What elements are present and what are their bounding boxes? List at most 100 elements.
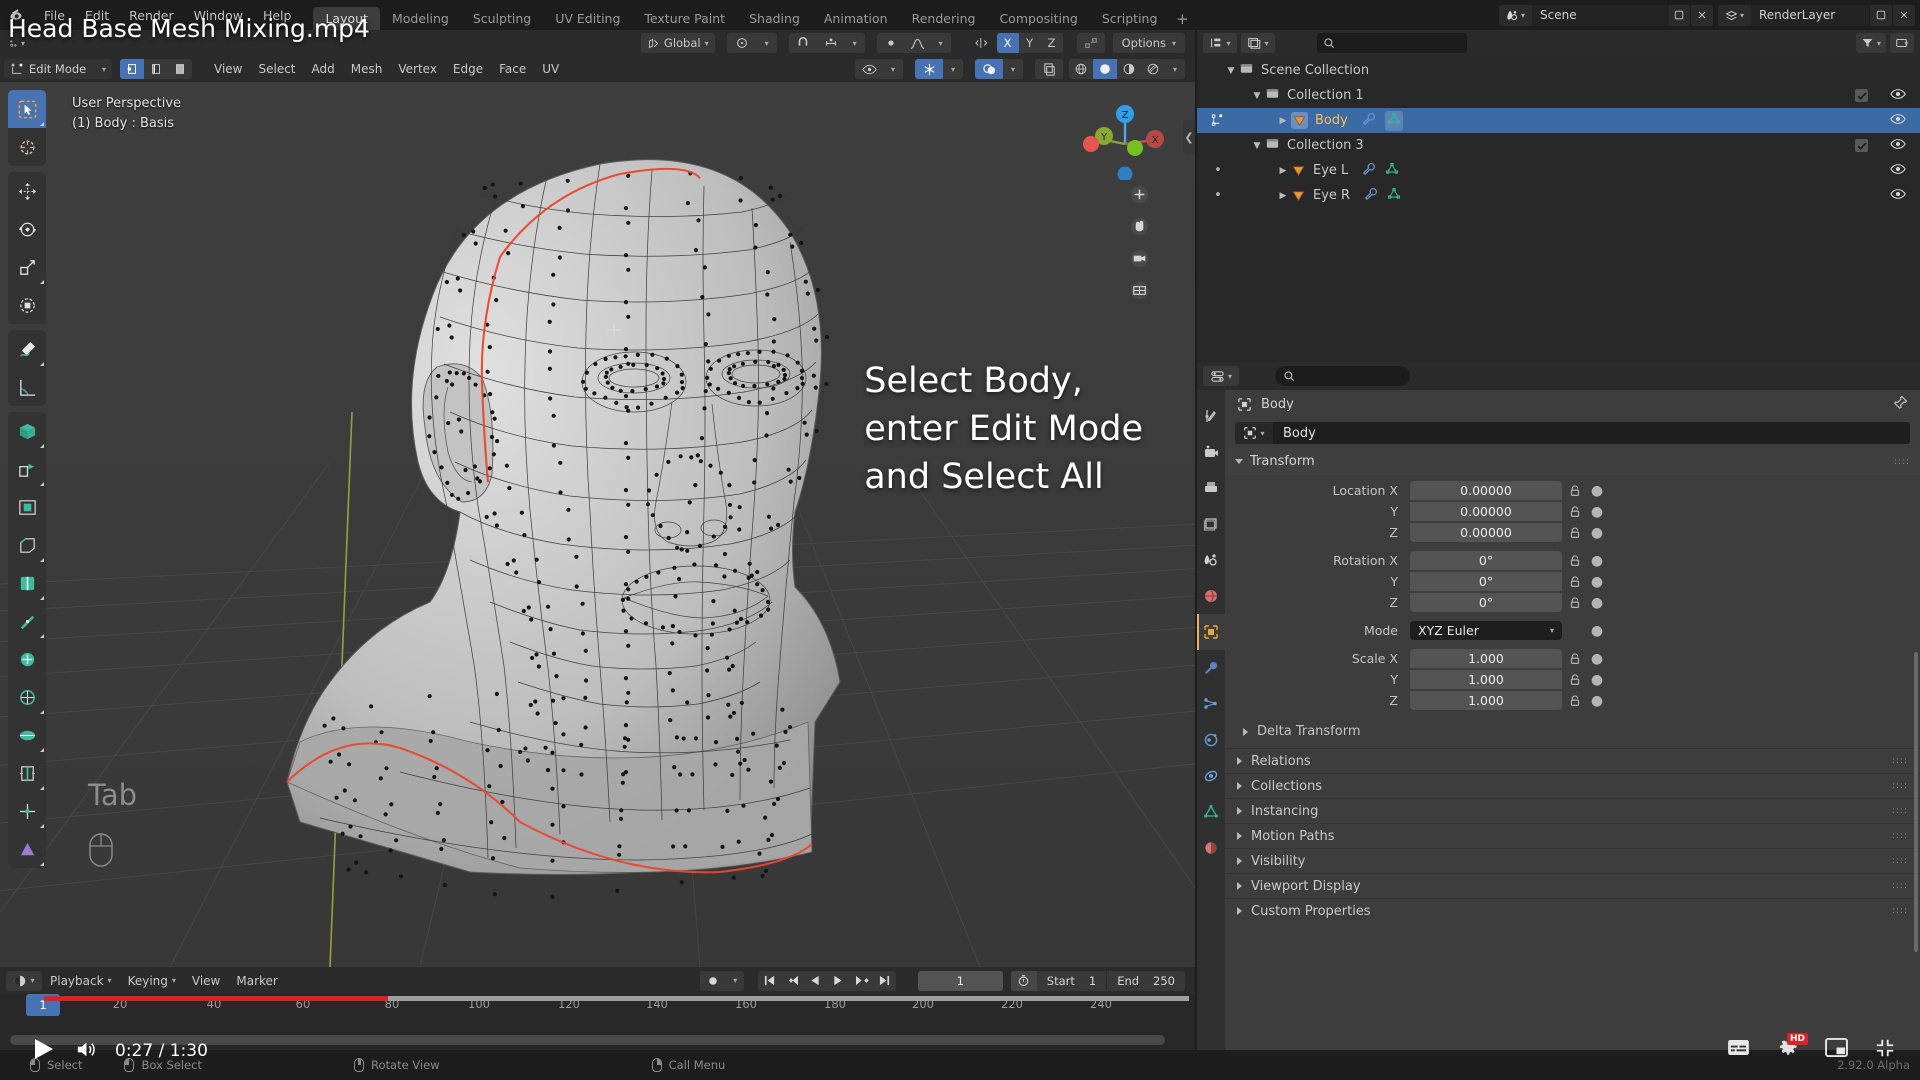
edge-select-mode-icon[interactable] <box>144 59 168 79</box>
overlays-caret-icon[interactable]: ▾ <box>1003 59 1023 79</box>
properties-tab-output[interactable] <box>1197 470 1225 506</box>
properties-tab-constraints[interactable] <box>1197 758 1225 794</box>
scale-value-y[interactable]: 1.000 <box>1410 670 1562 689</box>
outliner-hide-eye-icon[interactable] <box>1890 138 1906 154</box>
editor-type-selector[interactable]: ▾ <box>6 971 42 991</box>
outliner-row-collection-3[interactable]: ▼Collection 3 <box>1197 133 1920 158</box>
viewport-menu-edge[interactable]: Edge <box>445 59 491 79</box>
properties-panel-relations[interactable]: Relations:::: <box>1225 748 1920 773</box>
outliner-expand-icon[interactable]: ▼ <box>1249 141 1265 151</box>
object-name-input[interactable]: Body <box>1273 422 1910 444</box>
falloff-curve-icon[interactable] <box>905 33 931 53</box>
proportional-edit-icon[interactable] <box>877 33 905 53</box>
mesh-data-icon[interactable] <box>1385 162 1399 180</box>
shading-caret-icon[interactable]: ▾ <box>1165 59 1185 79</box>
lock-icon[interactable] <box>1562 596 1588 610</box>
tool-edge-slide[interactable] <box>8 754 46 792</box>
animate-dot-icon[interactable]: ● <box>1588 525 1606 541</box>
pan-view-button[interactable] <box>1123 210 1155 242</box>
viewport-menu-add[interactable]: Add <box>304 59 343 79</box>
timeline-menu-keying[interactable]: Keying ▾ <box>120 971 184 991</box>
properties-tab-material[interactable] <box>1197 830 1225 866</box>
outliner-hide-eye-icon[interactable] <box>1890 188 1906 204</box>
workspace-tab-animation[interactable]: Animation <box>812 7 900 30</box>
tool-bevel[interactable] <box>8 526 46 564</box>
rotation-value-y[interactable]: 0° <box>1410 572 1562 591</box>
viewport-menu-view[interactable]: View <box>206 59 250 79</box>
properties-panel-viewport-display[interactable]: Viewport Display:::: <box>1225 873 1920 898</box>
show-hide-eye-icon[interactable] <box>855 59 883 79</box>
start-frame-field[interactable]: Start 1 <box>1037 971 1106 991</box>
tool-knife[interactable] <box>8 602 46 640</box>
location-value-location-x[interactable]: 0.00000 <box>1410 481 1562 500</box>
outliner-expand-icon[interactable]: ▶ <box>1275 191 1291 201</box>
properties-panel[interactable]: Body ▾ Body Transform :::: Location X0.0… <box>1225 390 1920 1050</box>
properties-panel-custom-properties[interactable]: Custom Properties:::: <box>1225 898 1920 923</box>
view-layer-selector[interactable]: ▾ RenderLayer <box>1718 5 1915 26</box>
location-value-z[interactable]: 0.00000 <box>1410 523 1562 542</box>
outliner-row-restrict-icon[interactable]: • <box>1209 163 1227 178</box>
tool-transform[interactable] <box>8 286 46 324</box>
video-subtitles-icon[interactable] <box>1727 1039 1750 1060</box>
scene-name-field[interactable]: Scene <box>1532 5 1667 26</box>
modifier-wrench-icon[interactable] <box>1362 112 1376 130</box>
animate-dot-icon[interactable]: ● <box>1588 595 1606 611</box>
tool-loop-cut[interactable] <box>8 564 46 602</box>
view-axis-gizmo[interactable]: Z X Y <box>1083 96 1167 180</box>
outliner-hide-eye-icon[interactable] <box>1890 113 1906 129</box>
lock-icon[interactable] <box>1562 673 1588 687</box>
mesh-data-icon[interactable] <box>1385 111 1403 131</box>
transform-orientation-select[interactable]: Global ▾ <box>641 33 715 53</box>
play-reverse-button[interactable] <box>804 971 827 991</box>
falloff-caret-icon[interactable]: ▾ <box>931 33 951 53</box>
properties-editor-type-icon[interactable]: ▾ <box>1203 366 1239 386</box>
gizmo-toggle-icon[interactable] <box>915 59 943 79</box>
properties-search-input[interactable] <box>1275 366 1410 386</box>
outliner-display-mode-icon[interactable]: ▾ <box>1241 33 1275 53</box>
timeline-menu-marker[interactable]: Marker <box>228 971 285 991</box>
tool-move[interactable] <box>8 172 46 210</box>
lock-icon[interactable] <box>1562 484 1588 498</box>
view-layer-browse-icon[interactable]: ▾ <box>1718 5 1751 26</box>
properties-tab-modifiers[interactable] <box>1197 650 1225 686</box>
animate-dot-icon[interactable]: ● <box>1588 483 1606 499</box>
jump-to-end-button[interactable] <box>873 971 896 991</box>
new-view-layer-icon[interactable] <box>1870 5 1892 26</box>
outliner-row-body[interactable]: ▶Body <box>1197 108 1920 133</box>
rotation-value-rotation-x[interactable]: 0° <box>1410 551 1562 570</box>
tool-poly-build[interactable] <box>8 640 46 678</box>
outliner-expand-icon[interactable]: ▼ <box>1223 66 1239 76</box>
vertex-select-mode-icon[interactable] <box>120 59 144 79</box>
rendered-shading-icon[interactable] <box>1141 59 1165 79</box>
viewport-menu-mesh[interactable]: Mesh <box>343 59 391 79</box>
outliner-exclude-checkbox[interactable] <box>1855 139 1868 152</box>
properties-tab-particles[interactable] <box>1197 686 1225 722</box>
options-button[interactable]: Options ▾ <box>1113 33 1185 53</box>
auto-keyframe-record-icon[interactable] <box>700 971 727 991</box>
view-layer-name-field[interactable]: RenderLayer <box>1751 5 1869 26</box>
lock-icon[interactable] <box>1562 575 1588 589</box>
zoom-view-button[interactable] <box>1123 178 1155 210</box>
mesh-data-icon[interactable] <box>1387 187 1401 205</box>
properties-tab-render[interactable] <box>1197 434 1225 470</box>
outliner-hide-eye-icon[interactable] <box>1890 88 1906 104</box>
modifier-wrench-icon[interactable] <box>1364 187 1378 205</box>
mirror-axis-x[interactable]: X <box>997 33 1019 53</box>
topology-mirror-icon[interactable] <box>1077 33 1105 53</box>
workspace-tab-uv-editing[interactable]: UV Editing <box>543 7 632 30</box>
material-preview-shading-icon[interactable] <box>1117 59 1141 79</box>
mirror-axis-z[interactable]: Z <box>1041 33 1063 53</box>
outliner-row-restrict-icon[interactable]: • <box>1209 188 1227 203</box>
properties-tab-tool[interactable] <box>1197 398 1225 434</box>
animate-dot-icon[interactable]: ● <box>1588 672 1606 688</box>
outliner-editor-type-icon[interactable]: ▾ <box>1203 33 1237 53</box>
tool-measure[interactable] <box>8 368 46 406</box>
outliner-exclude-checkbox[interactable] <box>1855 89 1868 102</box>
timeline-menu-view[interactable]: View <box>184 971 228 991</box>
outliner-row-restrict-icon[interactable] <box>1209 113 1227 128</box>
animate-dot-icon[interactable]: ● <box>1588 504 1606 520</box>
properties-tab-physics[interactable] <box>1197 722 1225 758</box>
video-miniplayer-icon[interactable] <box>1825 1038 1848 1061</box>
tool-inset-faces[interactable] <box>8 488 46 526</box>
lock-icon[interactable] <box>1562 554 1588 568</box>
